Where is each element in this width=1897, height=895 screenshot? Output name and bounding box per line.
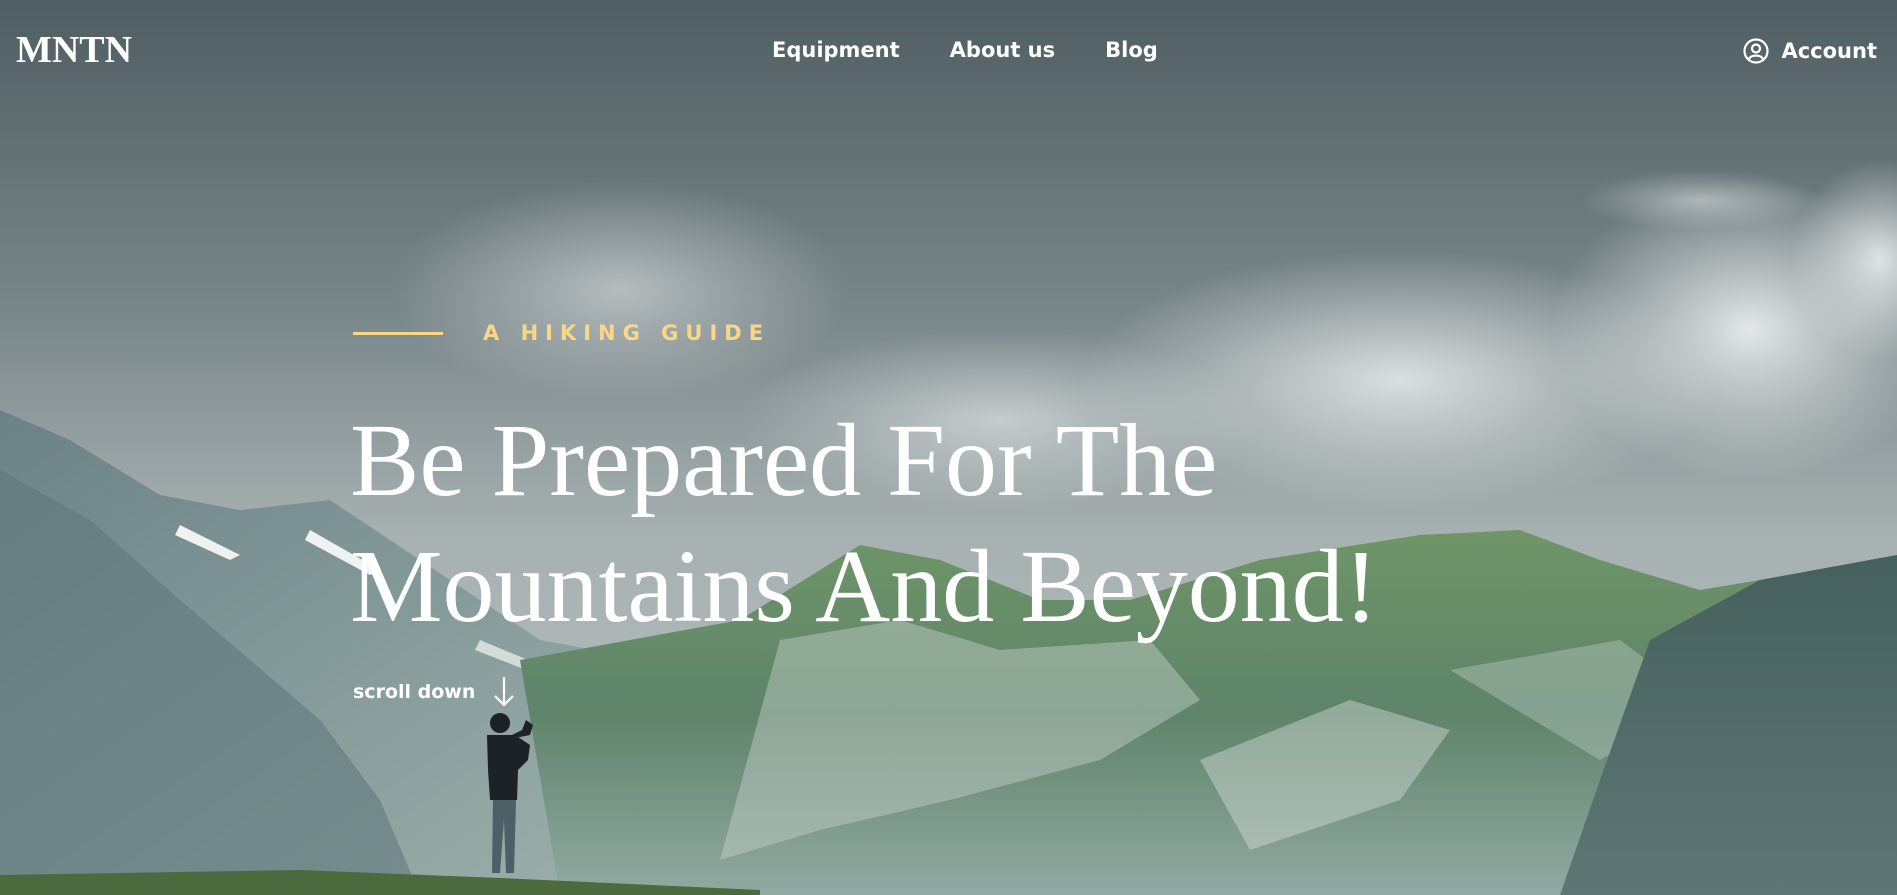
main-nav: Equipment About us Blog: [772, 38, 1158, 62]
account-label: Account: [1781, 39, 1877, 63]
headline-line-1: Be Prepared For The: [350, 403, 1218, 518]
eyebrow-text: A HIKING GUIDE: [483, 321, 771, 345]
nav-item-blog[interactable]: Blog: [1105, 38, 1158, 62]
site-logo[interactable]: MNTN: [16, 28, 132, 72]
headline-line-2: Mountains And Beyond!: [350, 529, 1379, 644]
eyebrow-line: [353, 331, 443, 335]
arrow-down-icon: [494, 677, 515, 707]
user-circle-icon: [1743, 38, 1770, 64]
scroll-down-link[interactable]: scroll down: [353, 676, 515, 708]
scroll-down-label: scroll down: [353, 681, 476, 703]
nav-item-about-us[interactable]: About us: [950, 38, 1055, 62]
hero-headline: Be Prepared For The Mountains And Beyond…: [350, 398, 1550, 650]
account-link[interactable]: Account: [1743, 38, 1877, 64]
eyebrow: A HIKING GUIDE: [353, 321, 770, 345]
nav-item-equipment[interactable]: Equipment: [772, 38, 900, 62]
